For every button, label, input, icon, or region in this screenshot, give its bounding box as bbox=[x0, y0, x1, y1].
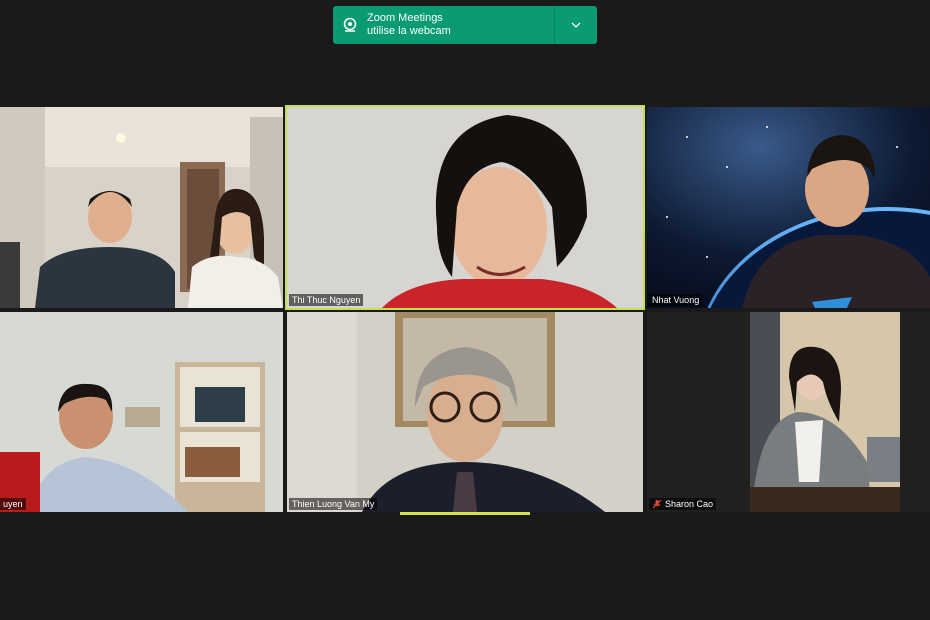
notification-subtitle: utilise la webcam bbox=[367, 25, 451, 37]
video-feed bbox=[0, 312, 283, 512]
notification-title: Zoom Meetings bbox=[367, 12, 443, 24]
video-feed bbox=[647, 107, 930, 308]
participant-name-label: Thien Luong Van My bbox=[289, 498, 378, 510]
participant-name-label: Sharon Cao bbox=[649, 498, 717, 510]
participant-name-label: Nhat Vuong bbox=[649, 294, 703, 306]
participant-name-label: uyen bbox=[0, 498, 26, 510]
video-tile[interactable] bbox=[0, 107, 283, 308]
participant-name: Sharon Cao bbox=[665, 499, 714, 509]
video-feed bbox=[647, 312, 930, 512]
video-feed bbox=[287, 107, 643, 308]
webcam-notification[interactable]: Zoom Meetings utilise la webcam bbox=[333, 6, 597, 44]
participant-name-label: Thi Thuc Nguyen bbox=[289, 294, 364, 306]
video-feed bbox=[287, 312, 643, 512]
participant-name: Thien Luong Van My bbox=[292, 499, 375, 509]
video-tile[interactable]: Sharon Cao bbox=[647, 312, 930, 512]
video-tile[interactable]: uyen bbox=[0, 312, 283, 512]
participant-name: Nhat Vuong bbox=[652, 295, 700, 305]
participant-name: uyen bbox=[3, 499, 23, 509]
video-tile[interactable]: Thien Luong Van My bbox=[287, 312, 643, 512]
video-feed bbox=[0, 107, 283, 308]
active-speaker-indicator bbox=[400, 512, 530, 515]
webcam-icon bbox=[333, 6, 367, 44]
mic-muted-icon bbox=[652, 499, 662, 509]
notification-text: Zoom Meetings utilise la webcam bbox=[367, 12, 554, 38]
participant-name: Thi Thuc Nguyen bbox=[292, 295, 361, 305]
chevron-down-icon[interactable] bbox=[555, 6, 597, 44]
video-tile-active[interactable]: Thi Thuc Nguyen bbox=[285, 105, 645, 310]
video-tile[interactable]: Nhat Vuong bbox=[647, 107, 930, 308]
